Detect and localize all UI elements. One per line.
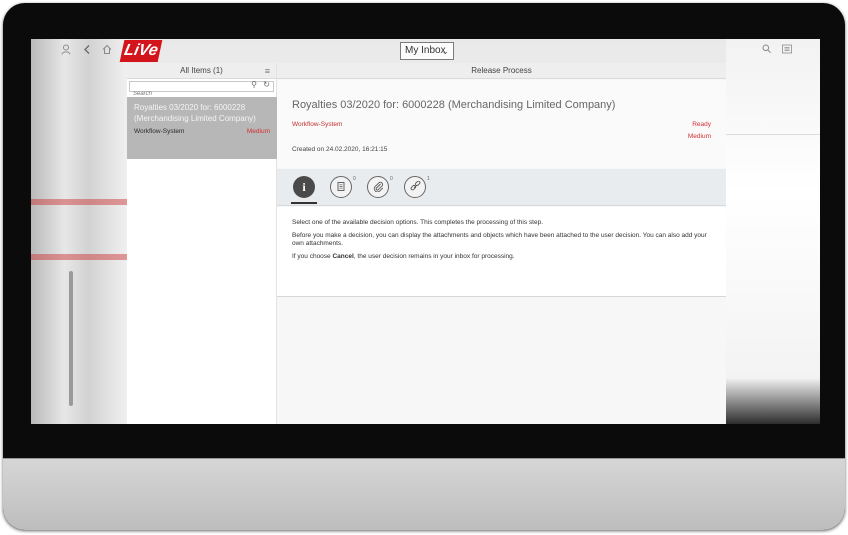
tab-notes[interactable] <box>330 176 352 198</box>
refresh-icon[interactable]: ↻ <box>263 80 270 89</box>
notes-icon <box>336 182 346 195</box>
object-header: Royalties 03/2020 for: 6000228 (Merchand… <box>277 80 726 168</box>
search-icon[interactable]: ⚲ <box>251 80 257 89</box>
description-paragraph-2: Before you make a decision, you can disp… <box>292 231 707 248</box>
search-box: ⚲ ↻ <box>129 80 274 99</box>
sort-icon[interactable]: ≡ <box>265 63 270 79</box>
screen: LiVe My Inbox ⌄ All Items (1) ≡ ⚲ ↻ <box>31 39 820 424</box>
description-p3-suffix: , the user decision remains in your inbo… <box>353 252 515 260</box>
background-stripe <box>31 254 127 260</box>
chevron-down-icon: ⌄ <box>441 46 449 56</box>
notes-count: 0 <box>353 176 356 182</box>
list-item-priority: Medium <box>246 128 270 135</box>
master-list-panel: All Items (1) ≡ ⚲ ↻ Royalties 03/2020 fo… <box>127 63 277 424</box>
list-item-title: Royalties 03/2020 for: 6000228 (Merchand… <box>134 103 256 123</box>
background-office-right <box>726 39 820 424</box>
description-p3-prefix: If you choose <box>292 252 333 260</box>
detail-panel: Release Process Royalties 03/2020 for: 6… <box>277 63 726 424</box>
task-title: Royalties 03/2020 for: 6000228 (Merchand… <box>292 99 616 111</box>
priority-badge: Medium <box>687 133 711 140</box>
description-paragraph-3: If you choose Cancel, the user decision … <box>292 253 711 262</box>
inbox-selector[interactable]: My Inbox ⌄ <box>400 42 454 60</box>
list-item[interactable]: Royalties 03/2020 for: 6000228 (Merchand… <box>127 97 277 159</box>
tab-related-objects[interactable] <box>404 176 426 198</box>
related-objects-count: 1 <box>427 176 430 182</box>
tab-attachments[interactable] <box>367 176 389 198</box>
paperclip-icon <box>373 181 384 195</box>
background-stripe <box>31 199 127 205</box>
task-description: Select one of the available decision opt… <box>277 207 726 297</box>
tab-selected-indicator <box>291 202 317 204</box>
user-icon[interactable] <box>61 44 71 59</box>
home-icon[interactable] <box>102 44 112 59</box>
app-logo: LiVe <box>119 40 163 62</box>
master-list-title: All Items (1) <box>180 66 223 75</box>
created-on-text: Created on 24.02.2020, 16:21:15 <box>292 146 388 153</box>
cancel-keyword: Cancel <box>332 252 354 260</box>
master-list-header: All Items (1) ≡ <box>127 63 276 79</box>
task-creator-link[interactable]: Workflow-System <box>292 121 342 128</box>
detail-header: Release Process <box>277 63 726 79</box>
inbox-selector-label: My Inbox <box>405 45 446 56</box>
icon-tab-bar: i 0 0 1 <box>277 169 726 206</box>
link-icon <box>410 180 421 195</box>
list-item-creator: Workflow-System <box>134 128 185 135</box>
status-badge: Ready <box>692 121 711 128</box>
list-item-meta: Workflow-System Medium <box>134 128 270 135</box>
monitor-frame: LiVe My Inbox ⌄ All Items (1) ≡ ⚲ ↻ <box>3 3 845 530</box>
menu-icon[interactable] <box>782 44 792 58</box>
attachments-count: 0 <box>390 176 393 182</box>
back-icon[interactable] <box>83 44 91 59</box>
description-paragraph-1: Select one of the available decision opt… <box>292 219 543 226</box>
background-office-left <box>31 39 127 424</box>
shell-bar: LiVe My Inbox ⌄ <box>31 39 820 63</box>
monitor-chin <box>3 458 845 530</box>
background-ceiling-line <box>726 134 820 135</box>
search-icon[interactable] <box>762 44 771 58</box>
tab-info[interactable]: i <box>293 176 315 198</box>
background-door-handle <box>69 271 73 406</box>
